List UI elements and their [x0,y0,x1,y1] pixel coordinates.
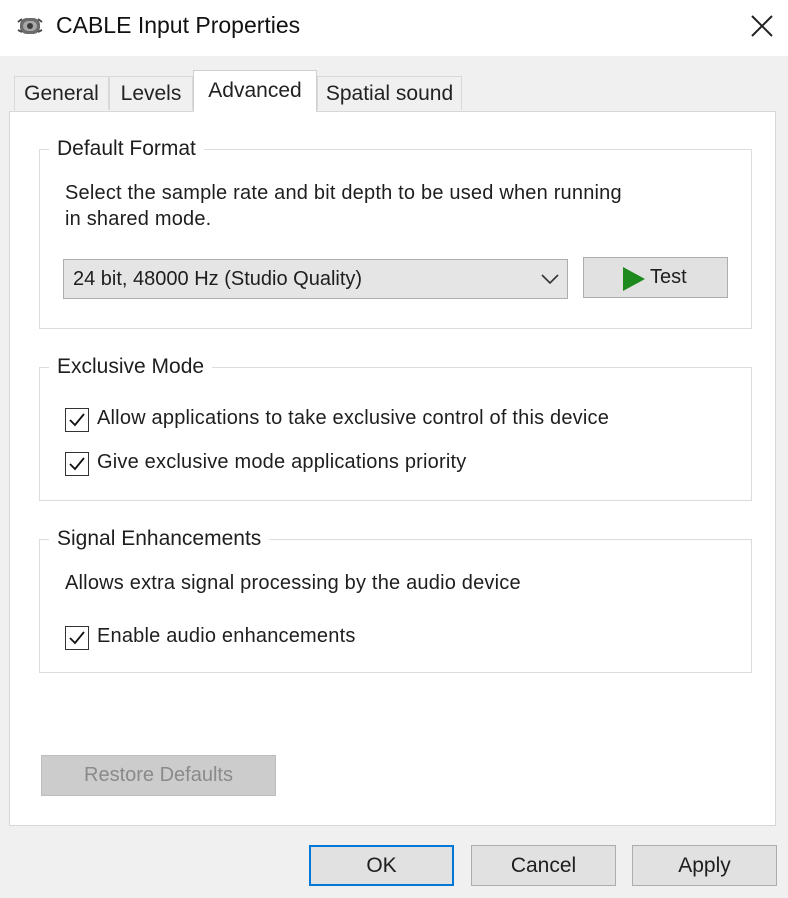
test-button-label: Test [650,266,687,288]
tab-bar: General Levels Advanced Spatial sound [0,70,788,112]
allow-exclusive-checkbox[interactable] [65,408,89,432]
close-icon [751,15,773,37]
signal-enhancements-title: Signal Enhancements [49,527,270,551]
checkmark-icon [69,631,85,645]
signal-enhancements-group [39,539,752,673]
default-format-group [39,149,752,329]
default-format-title: Default Format [49,137,204,161]
format-select[interactable]: 24 bit, 48000 Hz (Studio Quality) [63,259,568,299]
checkmark-icon [69,457,85,471]
tab-advanced[interactable]: Advanced [193,70,317,112]
cancel-button[interactable]: Cancel [471,845,616,886]
test-button[interactable]: Test [583,257,728,298]
tab-spatial-sound[interactable]: Spatial sound [317,76,462,110]
apply-button[interactable]: Apply [632,845,777,886]
exclusive-mode-title: Exclusive Mode [49,355,213,379]
window-title: CABLE Input Properties [56,12,301,38]
ok-button[interactable]: OK [309,845,454,886]
enable-enhancements-label[interactable]: Enable audio enhancements [97,625,356,648]
speaker-icon [17,18,43,34]
close-button[interactable] [742,6,782,46]
title-bar: CABLE Input Properties [0,0,788,56]
signal-enhancements-description: Allows extra signal processing by the au… [65,572,521,594]
tab-general[interactable]: General [14,76,109,110]
restore-defaults-button[interactable]: Restore Defaults [41,755,276,796]
default-format-description-line1: Select the sample rate and bit depth to … [65,182,622,204]
enable-enhancements-checkbox[interactable] [65,626,89,650]
allow-exclusive-label[interactable]: Allow applications to take exclusive con… [97,407,609,430]
tab-levels[interactable]: Levels [109,76,193,110]
exclusive-mode-group [39,367,752,501]
chevron-down-icon [541,274,559,285]
give-priority-label[interactable]: Give exclusive mode applications priorit… [97,451,466,474]
play-icon [623,267,645,291]
default-format-description-line2: in shared mode. [65,208,212,230]
format-select-value: 24 bit, 48000 Hz (Studio Quality) [73,268,363,290]
checkmark-icon [69,413,85,427]
give-priority-checkbox[interactable] [65,452,89,476]
